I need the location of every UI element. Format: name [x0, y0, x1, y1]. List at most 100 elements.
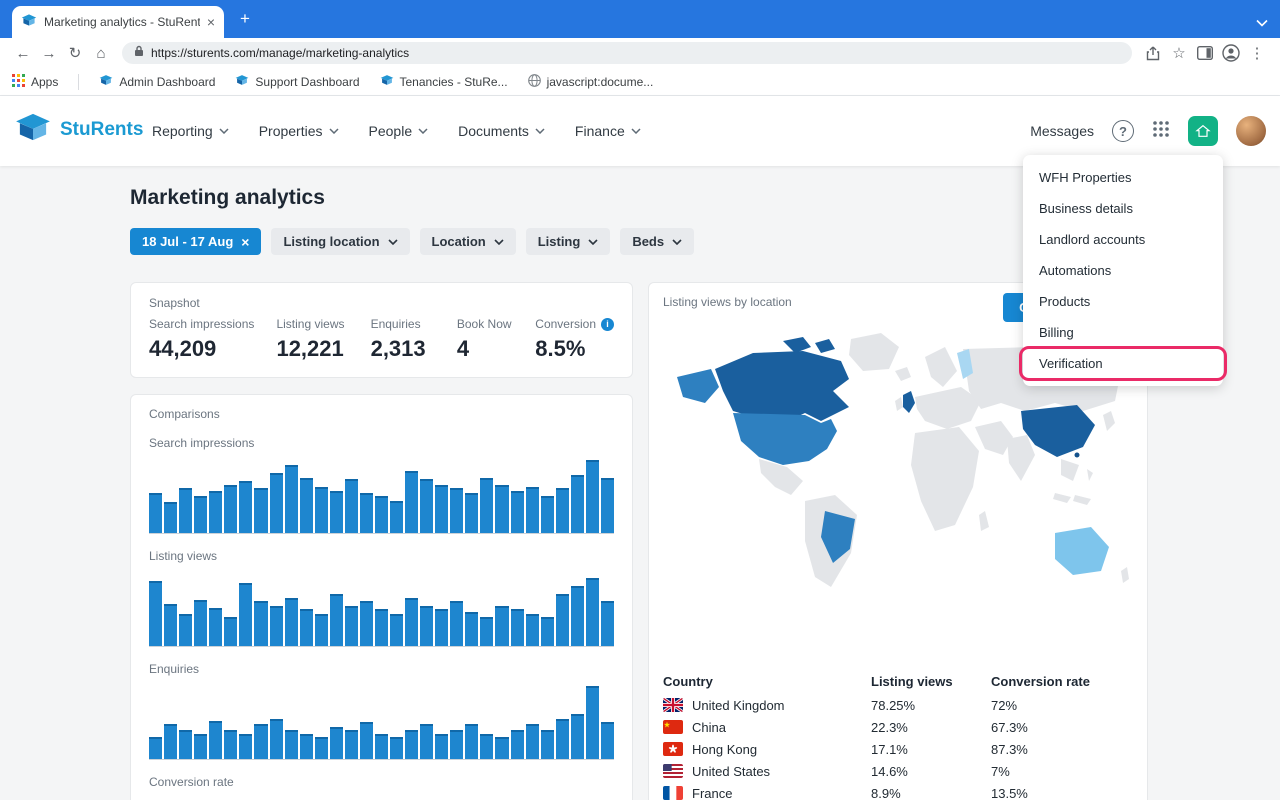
- browser-tabstrip: Marketing analytics - StuRents × +: [0, 0, 1280, 38]
- table-row: United States 14.6% 7%: [663, 760, 1133, 782]
- bookmark-tenancies[interactable]: Tenancies - StuRe...: [380, 74, 508, 89]
- table-row: China 22.3% 67.3%: [663, 716, 1133, 738]
- sturents-logo[interactable]: StuRents: [14, 112, 143, 147]
- chart-label-listing-views: Listing views: [149, 549, 614, 563]
- chevron-down-icon[interactable]: [1256, 14, 1268, 32]
- back-button[interactable]: ←: [10, 40, 36, 66]
- listing-views-chart: [149, 569, 614, 647]
- address-bar[interactable]: https://sturents.com/manage/marketing-an…: [122, 42, 1132, 64]
- tab-close-icon[interactable]: ×: [207, 14, 215, 30]
- chevron-down-icon: [329, 128, 339, 134]
- table-header-row: Country Listing views Conversion rate: [663, 668, 1133, 694]
- chevron-down-icon: [588, 239, 598, 245]
- filter-location[interactable]: Location: [420, 228, 516, 255]
- menu-item-business-details[interactable]: Business details: [1023, 193, 1223, 224]
- date-range-chip[interactable]: 18 Jul - 17 Aug ×: [130, 228, 261, 255]
- chevron-down-icon: [672, 239, 682, 245]
- lock-icon: [134, 44, 144, 62]
- browser-menu-icon[interactable]: ⋮: [1244, 40, 1270, 66]
- menu-item-landlord-accounts[interactable]: Landlord accounts: [1023, 224, 1223, 255]
- flag-hong-kong-icon: [663, 742, 683, 756]
- chevron-down-icon: [219, 128, 229, 134]
- new-tab-button[interactable]: +: [234, 9, 256, 31]
- user-avatar[interactable]: [1236, 116, 1266, 146]
- filter-listing[interactable]: Listing: [526, 228, 611, 255]
- browser-tab[interactable]: Marketing analytics - StuRents ×: [12, 6, 224, 38]
- help-icon[interactable]: ?: [1112, 120, 1134, 142]
- reload-button[interactable]: ↻: [62, 40, 88, 66]
- apps-grid-icon: [12, 74, 25, 90]
- browser-toolbar: ← → ↻ ⌂ https://sturents.com/manage/mark…: [0, 38, 1280, 68]
- flag-united-states-icon: [663, 764, 683, 778]
- search-impressions-chart: [149, 456, 614, 534]
- filter-beds[interactable]: Beds: [620, 228, 694, 255]
- comparisons-card: Comparisons Search impressions Listing v…: [130, 394, 633, 800]
- bookmark-admin-dashboard[interactable]: Admin Dashboard: [99, 74, 215, 89]
- site-nav: Reporting Properties People Documents Fi…: [152, 96, 641, 166]
- metric-listing-views: Listing views 12,221: [276, 317, 370, 362]
- flag-france-icon: [663, 786, 683, 800]
- brand-name: StuRents: [60, 119, 143, 141]
- share-icon[interactable]: [1140, 40, 1166, 66]
- comparisons-title: Comparisons: [149, 407, 614, 421]
- profile-icon[interactable]: [1218, 40, 1244, 66]
- flag-china-icon: [663, 720, 683, 734]
- flag-united-kingdom-icon: [663, 698, 683, 712]
- filter-bar: 18 Jul - 17 Aug × Listing location Locat…: [130, 228, 694, 255]
- chevron-down-icon: [535, 128, 545, 134]
- menu-item-products[interactable]: Products: [1023, 286, 1223, 317]
- tab-favicon-icon: [21, 13, 37, 32]
- snapshot-title: Snapshot: [149, 296, 614, 310]
- url-text: https://sturents.com/manage/marketing-an…: [151, 46, 409, 60]
- sturents-app-icon[interactable]: [1188, 116, 1218, 146]
- metric-conversion: Conversion i 8.5%: [535, 317, 614, 362]
- tab-title: Marketing analytics - StuRents: [44, 15, 200, 29]
- sturents-favicon-icon: [380, 74, 394, 89]
- nav-finance[interactable]: Finance: [575, 123, 641, 139]
- menu-item-automations[interactable]: Automations: [1023, 255, 1223, 286]
- nav-reporting[interactable]: Reporting: [152, 123, 229, 139]
- metric-enquiries: Enquiries 2,313: [371, 317, 457, 362]
- chevron-down-icon: [418, 128, 428, 134]
- chart-label-search-impressions: Search impressions: [149, 436, 614, 450]
- location-table: Country Listing views Conversion rate Un…: [663, 668, 1133, 800]
- snapshot-card: Snapshot Search impressions 44,209 Listi…: [130, 282, 633, 378]
- sturents-favicon-icon: [235, 74, 249, 89]
- chart-label-enquiries: Enquiries: [149, 662, 614, 676]
- table-row: Hong Kong 17.1% 87.3%: [663, 738, 1133, 760]
- side-panel-icon[interactable]: [1192, 40, 1218, 66]
- chevron-down-icon: [631, 128, 641, 134]
- menu-item-verification[interactable]: Verification: [1023, 348, 1223, 379]
- sturents-favicon-icon: [99, 74, 113, 89]
- filter-listing-location[interactable]: Listing location: [271, 228, 409, 255]
- bookmark-support-dashboard[interactable]: Support Dashboard: [235, 74, 359, 89]
- sturents-logo-icon: [14, 112, 52, 147]
- nav-people[interactable]: People: [369, 123, 429, 139]
- bookmarks-bar: Apps Admin Dashboard Support Dashboard T…: [0, 68, 1280, 96]
- table-row: United Kingdom 78.25% 72%: [663, 694, 1133, 716]
- info-icon[interactable]: i: [601, 318, 614, 331]
- apps-shortcut[interactable]: Apps: [12, 74, 58, 90]
- bookmarks-divider: [78, 74, 79, 90]
- chevron-down-icon: [388, 239, 398, 245]
- chevron-down-icon: [494, 239, 504, 245]
- menu-item-billing[interactable]: Billing: [1023, 317, 1223, 348]
- menu-item-wfh-properties[interactable]: WFH Properties: [1023, 162, 1223, 193]
- nav-documents[interactable]: Documents: [458, 123, 545, 139]
- clear-date-icon[interactable]: ×: [241, 234, 249, 250]
- metric-book-now: Book Now 4: [457, 317, 535, 362]
- enquiries-chart: [149, 682, 614, 760]
- globe-icon: [528, 74, 541, 90]
- apps-label: Apps: [31, 75, 58, 89]
- chart-label-conversion-rate: Conversion rate: [149, 775, 614, 789]
- metric-search-impressions: Search impressions 44,209: [149, 317, 276, 362]
- bookmark-javascript[interactable]: javascript:docume...: [528, 74, 654, 90]
- bookmark-star-icon[interactable]: ☆: [1166, 40, 1192, 66]
- forward-button[interactable]: →: [36, 40, 62, 66]
- messages-link[interactable]: Messages: [1030, 123, 1094, 139]
- nav-properties[interactable]: Properties: [259, 123, 339, 139]
- table-row: France 8.9% 13.5%: [663, 782, 1133, 800]
- home-button[interactable]: ⌂: [88, 40, 114, 66]
- snapshot-metrics: Search impressions 44,209 Listing views …: [149, 317, 614, 362]
- app-grid-icon[interactable]: [1152, 120, 1170, 143]
